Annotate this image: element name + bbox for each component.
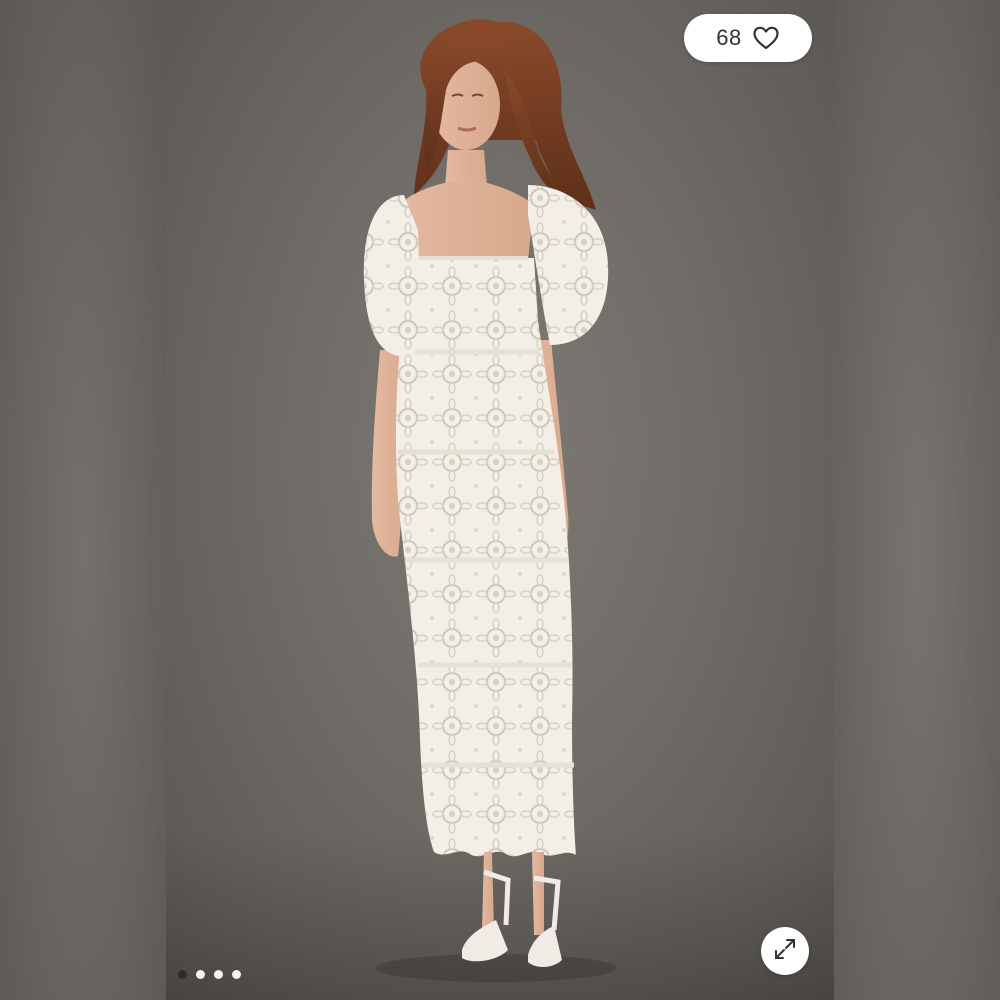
pagination-dot[interactable]	[214, 970, 223, 979]
pagination-dot[interactable]	[178, 970, 187, 979]
fullscreen-expand-button[interactable]	[761, 927, 809, 975]
pagination-dot[interactable]	[232, 970, 241, 979]
blurred-right-margin	[834, 0, 1000, 1000]
like-button[interactable]: 68	[684, 14, 812, 62]
product-photo[interactable]	[166, 0, 834, 1000]
heart-icon	[752, 24, 780, 52]
expand-arrows-icon	[772, 936, 798, 967]
pagination-dot[interactable]	[196, 970, 205, 979]
model-illustration	[363, 19, 616, 982]
carousel-pagination	[178, 970, 241, 979]
image-gallery: 68	[0, 0, 1000, 1000]
blurred-left-margin	[0, 0, 166, 1000]
like-count: 68	[716, 25, 742, 50]
